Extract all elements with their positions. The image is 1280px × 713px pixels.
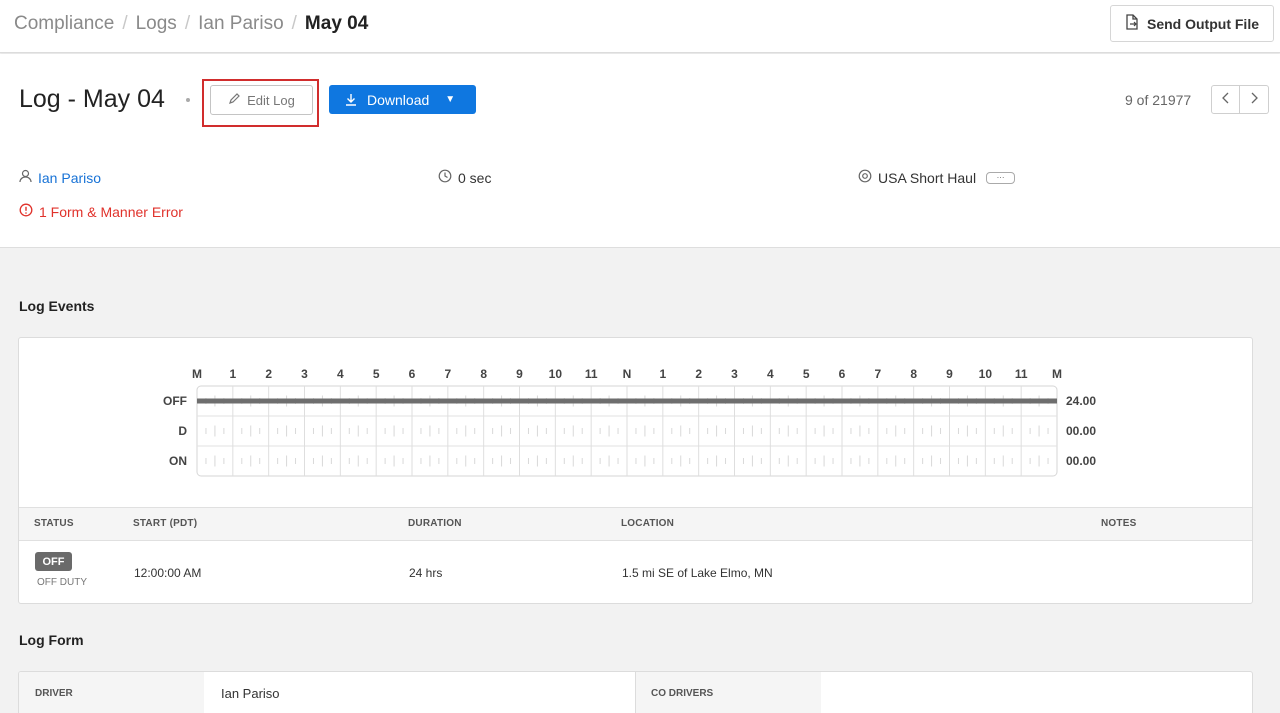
hour-label: 7	[874, 367, 881, 381]
breadcrumb-separator: /	[184, 13, 191, 34]
breadcrumb-separator: /	[291, 13, 297, 34]
previous-log-button[interactable]	[1211, 85, 1240, 114]
hour-label: M	[192, 367, 202, 381]
hour-label: 11	[1015, 367, 1028, 381]
event-start-time: 12:00:00 AM	[134, 566, 202, 580]
hour-label: 3	[301, 367, 308, 381]
chevron-left-icon	[1221, 91, 1230, 109]
driver-label-cell: DRIVER	[19, 672, 204, 713]
duty-row-total: 00.00	[1066, 424, 1096, 438]
duration-info: 0 sec	[438, 169, 491, 186]
hour-label: 3	[731, 367, 738, 381]
log-form-heading: Log Form	[19, 632, 84, 648]
duration-value: 0 sec	[458, 169, 492, 186]
driver-label: DRIVER	[35, 688, 73, 699]
top-bar: Compliance / Logs / Ian Pariso / May 04 …	[0, 0, 1280, 53]
hour-label: 5	[803, 367, 810, 381]
hour-label: 8	[480, 367, 487, 381]
status-badge: OFF	[35, 552, 72, 571]
log-form-card: DRIVER Ian Pariso CO DRIVERS	[18, 671, 1253, 713]
column-header-notes: NOTES	[1101, 518, 1137, 529]
send-output-file-button[interactable]: Send Output File	[1110, 5, 1274, 42]
hour-label: N	[623, 367, 632, 381]
duty-row-label: D	[178, 424, 187, 438]
hour-label: 4	[767, 367, 774, 381]
breadcrumb: Compliance / Logs / Ian Pariso / May 04	[14, 13, 368, 35]
breadcrumb-compliance[interactable]: Compliance	[14, 13, 114, 35]
co-drivers-label-cell: CO DRIVERS	[636, 672, 821, 713]
download-label: Download	[367, 91, 430, 108]
hour-label: 7	[444, 367, 451, 381]
hour-label: 5	[373, 367, 380, 381]
events-table-header: STATUS START (PDT) DURATION LOCATION NOT…	[19, 507, 1252, 541]
pencil-icon	[228, 92, 241, 108]
hour-label: 9	[516, 367, 523, 381]
hour-label: 9	[946, 367, 953, 381]
target-icon	[858, 169, 872, 186]
log-header: Log - May 04 Edit Log Download ▼ 9 of 21…	[0, 54, 1280, 248]
edit-log-button[interactable]: Edit Log	[210, 85, 313, 115]
event-duration: 24 hrs	[409, 566, 443, 580]
send-output-file-label: Send Output File	[1147, 15, 1259, 32]
page-title: Log - May 04	[19, 85, 165, 113]
duty-row-total: 00.00	[1066, 454, 1096, 468]
edit-log-label: Edit Log	[247, 92, 295, 108]
hour-label: M	[1052, 367, 1062, 381]
next-log-button[interactable]	[1240, 85, 1269, 114]
hour-label: 2	[695, 367, 702, 381]
table-row[interactable]: OFF OFF DUTY 12:00:00 AM 24 hrs 1.5 mi S…	[19, 541, 1252, 603]
pager-count: 9 of 21977	[1125, 92, 1192, 108]
more-options-button[interactable]: ···	[986, 171, 1016, 184]
breadcrumb-separator: /	[122, 13, 128, 34]
hour-label: 1	[229, 367, 236, 381]
pager	[1211, 85, 1269, 114]
clock-icon	[438, 169, 452, 186]
hour-label: 10	[979, 367, 993, 381]
co-drivers-label: CO DRIVERS	[651, 688, 714, 699]
hour-label: 10	[549, 367, 563, 381]
duty-row-label: OFF	[163, 394, 187, 408]
duty-status-grid: M 1 2 3 4 5 6 7 8 9 10 11 N 1 2 3 4 5 6 7 8 9 10 11 M OFF 24.00 D 00…	[163, 367, 1096, 477]
download-icon	[345, 93, 357, 106]
log-events-heading: Log Events	[19, 298, 95, 314]
hour-label: 1	[659, 367, 666, 381]
event-location: 1.5 mi SE of Lake Elmo, MN	[622, 566, 773, 580]
hour-label: 6	[839, 367, 846, 381]
log-events-card: M 1 2 3 4 5 6 7 8 9 10 11 N 1 2 3 4 5 6 7 8 9 10 11 M OFF 24.00 D 00…	[18, 337, 1253, 604]
caret-down-icon[interactable]: ▼	[445, 94, 455, 105]
driver-info: Ian Pariso	[19, 169, 101, 186]
hour-label: 2	[265, 367, 272, 381]
chevron-right-icon	[1250, 91, 1258, 109]
hour-label: 8	[910, 367, 917, 381]
breadcrumb-current: May 04	[304, 13, 369, 34]
duty-row-label: ON	[169, 454, 187, 468]
ruleset-info: USA Short Haul ···	[858, 169, 1016, 186]
driver-value: Ian Pariso	[221, 686, 280, 701]
file-export-icon	[1125, 14, 1139, 33]
hour-label: 4	[337, 367, 344, 381]
form-manner-error[interactable]: 1 Form & Manner Error	[19, 203, 183, 220]
hour-label: 11	[585, 367, 598, 381]
status-description: OFF DUTY	[37, 577, 87, 588]
driver-link[interactable]: Ian Pariso	[38, 170, 101, 186]
user-icon	[19, 169, 32, 186]
column-header-start: START (PDT)	[133, 518, 198, 529]
duty-row-total: 24.00	[1066, 394, 1096, 408]
breadcrumb-driver[interactable]: Ian Pariso	[198, 13, 284, 35]
column-header-location: LOCATION	[621, 518, 675, 529]
title-separator-dot	[186, 98, 190, 102]
breadcrumb-logs[interactable]: Logs	[136, 13, 177, 35]
column-header-duration: DURATION	[408, 518, 462, 529]
column-header-status: STATUS	[34, 518, 74, 529]
error-text: 1 Form & Manner Error	[39, 203, 183, 220]
download-button[interactable]: Download ▼	[329, 85, 476, 114]
hour-label: 6	[409, 367, 416, 381]
alert-circle-icon	[19, 203, 33, 220]
ruleset-value: USA Short Haul	[878, 169, 977, 186]
